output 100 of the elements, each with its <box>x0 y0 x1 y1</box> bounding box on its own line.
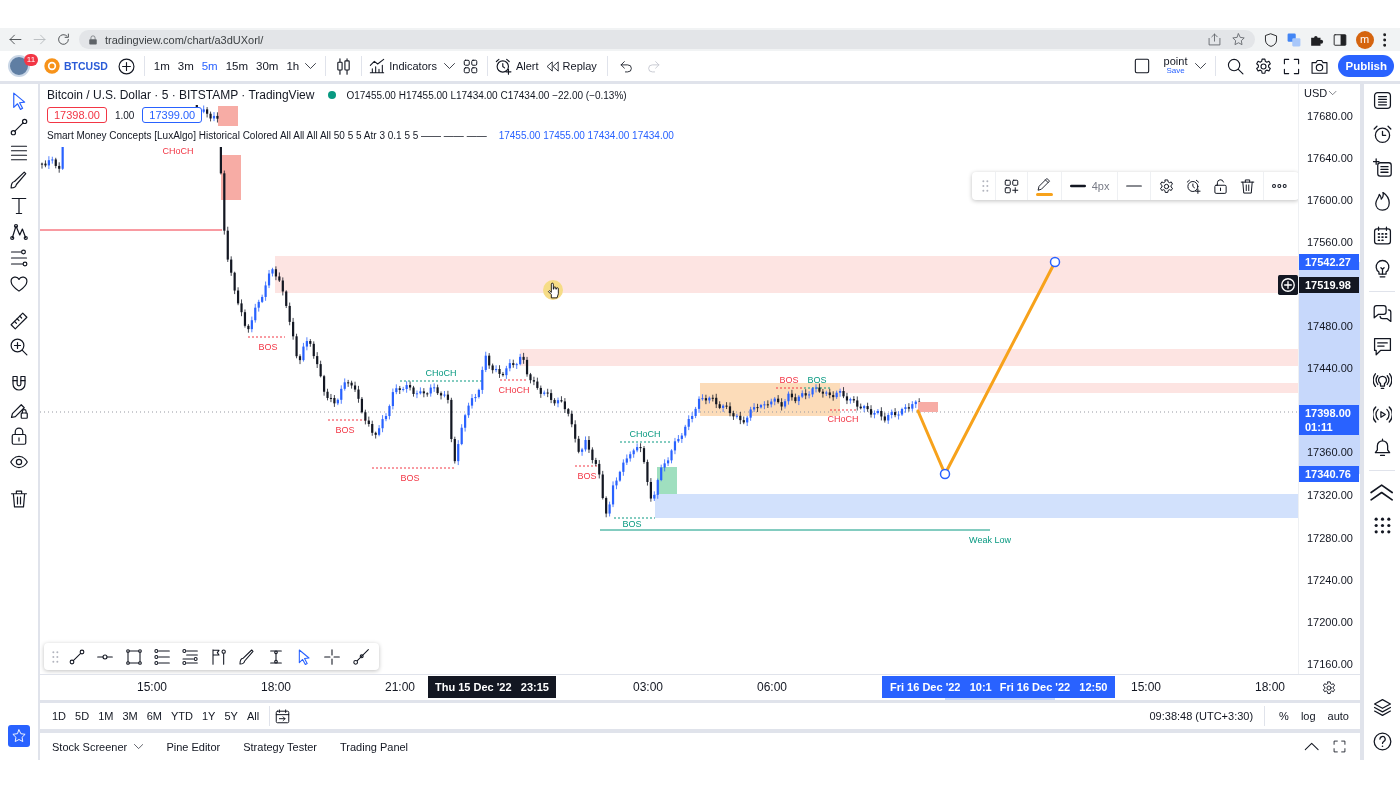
panel-tab[interactable]: Trading Panel <box>334 734 420 759</box>
buy-price-button[interactable]: 17399.00 <box>142 107 203 123</box>
pattern-icon[interactable] <box>10 223 28 242</box>
layout-grid-icon[interactable] <box>462 58 478 74</box>
brush-icon[interactable] <box>10 170 28 189</box>
scale-mode-button[interactable]: log <box>1297 707 1319 725</box>
panel-tab[interactable]: Strategy Tester <box>237 734 328 759</box>
scale-mode-button[interactable]: auto <box>1324 707 1352 725</box>
rectangle-icon[interactable] <box>125 648 142 665</box>
search-icon[interactable] <box>1226 57 1244 75</box>
double-chevron-icon[interactable] <box>1369 482 1395 502</box>
date-range-button[interactable]: 6M <box>142 707 166 725</box>
translate-icon[interactable] <box>1286 32 1301 47</box>
panel-tab[interactable]: Pine Editor <box>160 734 232 759</box>
date-range-button[interactable]: 1D <box>48 707 71 725</box>
watchlist-icon[interactable] <box>1372 91 1392 111</box>
sell-price-button[interactable]: 17398.00 <box>47 107 107 123</box>
interval-button[interactable]: 15m <box>221 60 253 72</box>
interval-button[interactable]: 5m <box>197 60 222 72</box>
layout-save-button[interactable]: point Save <box>1163 56 1188 76</box>
drag-handle-icon[interactable] <box>982 180 989 192</box>
trend-line-icon[interactable] <box>10 118 28 137</box>
interval-button[interactable]: 30m <box>252 60 283 72</box>
broadcast-play-icon[interactable] <box>1372 404 1392 424</box>
date-range-button[interactable]: 1Y <box>197 707 220 725</box>
trash-icon[interactable] <box>10 489 28 508</box>
date-range-button[interactable]: 5D <box>71 707 94 725</box>
horizontal-lines-icon[interactable] <box>10 144 28 163</box>
crosshair-icon[interactable] <box>324 648 341 665</box>
symbol-button[interactable]: BTCUSD <box>44 58 108 74</box>
line-width-button[interactable]: 4px <box>1069 180 1110 192</box>
interval-button[interactable]: 3m <box>173 60 198 72</box>
trash-icon[interactable] <box>1240 178 1256 194</box>
zoom-in-icon[interactable] <box>10 338 28 357</box>
side-panel-icon[interactable] <box>1332 32 1347 47</box>
caret-icon[interactable] <box>443 63 455 69</box>
date-range-button[interactable]: YTD <box>166 707 197 725</box>
alert-button[interactable]: Alert <box>492 57 541 75</box>
undo-icon[interactable] <box>619 59 633 73</box>
brush-icon[interactable] <box>239 648 256 665</box>
panel-tab[interactable]: Stock Screener <box>46 734 155 759</box>
settings-icon[interactable] <box>1254 57 1272 75</box>
more-icon[interactable] <box>1272 184 1288 188</box>
favorites-button[interactable] <box>8 725 30 747</box>
plus-circle-icon[interactable] <box>1278 275 1298 295</box>
camera-icon[interactable] <box>1310 57 1328 75</box>
back-arrow-icon[interactable] <box>9 33 22 46</box>
settings-icon[interactable] <box>1322 680 1336 695</box>
interval-button[interactable]: 1h <box>282 60 304 72</box>
maximize-icon[interactable] <box>1333 740 1346 753</box>
indicator-name[interactable]: Smart Money Concepts [LuxAlgo] Historical Colored All All All All 50 5 5 Atr 3 0.1 5 5 —— —— —— <box>47 129 487 141</box>
layout-icon[interactable] <box>1133 58 1150 74</box>
caret-icon[interactable] <box>305 63 317 69</box>
text-tool-icon[interactable] <box>10 196 28 215</box>
share-icon[interactable] <box>1207 33 1221 46</box>
templates-icon[interactable] <box>1003 178 1019 194</box>
candles-icon[interactable] <box>335 57 353 75</box>
publish-button[interactable]: Publish <box>1338 55 1394 77</box>
caret-icon[interactable] <box>1195 63 1207 69</box>
bell-icon[interactable] <box>1372 438 1392 458</box>
magnet-icon[interactable] <box>10 374 28 393</box>
date-range-button[interactable]: 1M <box>94 707 118 725</box>
help-icon[interactable] <box>1372 731 1392 751</box>
date-range-button[interactable]: All <box>242 707 264 725</box>
timezone-clock[interactable]: 09:38:48 (UTC+3:30) <box>1149 710 1254 722</box>
ruler-icon[interactable] <box>10 312 28 330</box>
measure-icon[interactable] <box>267 648 284 665</box>
star-icon[interactable] <box>1231 33 1245 46</box>
replay-button[interactable]: Replay <box>543 59 599 73</box>
currency-button[interactable]: USD <box>1304 87 1337 99</box>
cursor-icon[interactable] <box>10 92 28 111</box>
forecast-icon[interactable] <box>10 249 28 268</box>
flag-pole-icon[interactable] <box>210 648 227 665</box>
dots-grid-icon[interactable] <box>1372 516 1392 536</box>
calendar-arrow-icon[interactable] <box>275 708 291 724</box>
address-field[interactable]: tradingview.com/chart/a3dUXorl/ <box>79 30 1255 49</box>
open-padlock-icon[interactable] <box>1213 178 1229 194</box>
reload-icon[interactable] <box>57 33 70 46</box>
profile-avatar[interactable]: m <box>1355 30 1374 49</box>
layers-icon[interactable] <box>1372 698 1392 718</box>
settings-icon[interactable] <box>1159 178 1175 194</box>
list-plus-icon[interactable] <box>1372 158 1392 178</box>
drag-handle-icon[interactable] <box>52 650 59 663</box>
message-icon[interactable] <box>1372 337 1392 357</box>
ray-icon[interactable] <box>352 648 369 665</box>
fullscreen-icon[interactable] <box>1282 57 1300 75</box>
date-range-button[interactable]: 5Y <box>220 707 242 725</box>
calendar-icon[interactable] <box>1372 225 1392 245</box>
chevron-up-icon[interactable] <box>1303 742 1319 751</box>
lines-with-dots-icon[interactable] <box>154 648 170 665</box>
alarm-clock-icon[interactable] <box>1372 124 1392 144</box>
line-color-button[interactable] <box>1035 176 1053 196</box>
padlock-icon[interactable] <box>10 427 28 446</box>
alarm-clock-plus-icon[interactable] <box>1186 178 1202 194</box>
trend-line-icon[interactable] <box>68 648 85 665</box>
shield-icon[interactable] <box>1263 32 1278 47</box>
broadcast-bulb-icon[interactable] <box>1372 371 1392 391</box>
lines-with-dots-icon[interactable] <box>182 648 199 665</box>
date-range-button[interactable]: 3M <box>118 707 142 725</box>
interval-button[interactable]: 1m <box>149 60 174 72</box>
